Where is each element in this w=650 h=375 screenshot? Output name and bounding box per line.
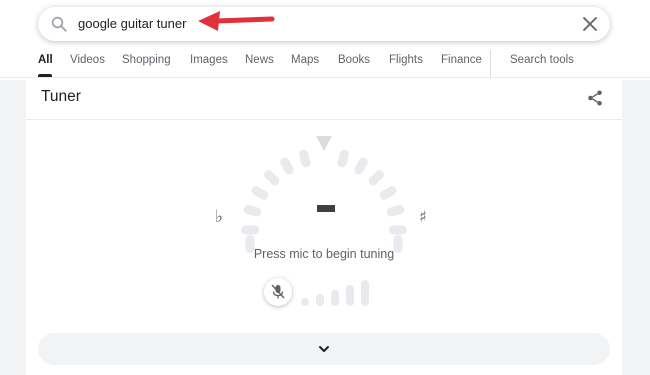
chevron-down-icon bbox=[319, 346, 329, 352]
tab-finance[interactable]: Finance bbox=[441, 54, 482, 66]
search-bar[interactable]: google guitar tuner bbox=[38, 7, 610, 41]
tab-books[interactable]: Books bbox=[338, 54, 370, 66]
header-divider bbox=[0, 77, 650, 78]
level-bar bbox=[361, 280, 369, 306]
audio-level-bars bbox=[301, 280, 369, 306]
dial-segment bbox=[243, 205, 262, 217]
search-results-page: google guitar tuner All Videos Shopping … bbox=[0, 0, 650, 375]
tab-videos[interactable]: Videos bbox=[70, 54, 105, 66]
search-header: google guitar tuner All Videos Shopping … bbox=[0, 0, 650, 80]
tab-images[interactable]: Images bbox=[190, 54, 228, 66]
search-icon[interactable] bbox=[50, 15, 68, 33]
card-title: Tuner bbox=[41, 88, 81, 105]
tab-all[interactable]: All bbox=[38, 54, 53, 66]
dial-segment bbox=[354, 157, 368, 175]
dial-segment bbox=[368, 170, 384, 186]
dial-segment bbox=[389, 225, 407, 235]
note-display bbox=[317, 205, 335, 212]
tabs-divider bbox=[490, 50, 491, 78]
tab-flights[interactable]: Flights bbox=[389, 54, 423, 66]
sharp-symbol: ♯ bbox=[419, 207, 427, 226]
share-icon[interactable] bbox=[586, 89, 604, 107]
tuner-card: Tuner ♭ ♯ Press mic to begin tuning bbox=[26, 80, 622, 375]
close-icon[interactable] bbox=[582, 16, 598, 32]
dial-segment bbox=[299, 149, 311, 168]
dial-segment bbox=[251, 186, 269, 200]
flat-symbol: ♭ bbox=[215, 207, 224, 227]
red-arrow-icon bbox=[198, 11, 275, 31]
search-input[interactable]: google guitar tuner bbox=[78, 16, 186, 31]
dial-segment bbox=[337, 149, 349, 168]
dial-segments bbox=[241, 149, 407, 253]
dial-segment bbox=[386, 205, 405, 217]
dial-segment bbox=[379, 186, 397, 200]
expand-button[interactable] bbox=[38, 333, 610, 365]
level-bar bbox=[331, 290, 339, 306]
mic-off-icon bbox=[271, 284, 285, 299]
dial-segment bbox=[280, 157, 294, 175]
dial-segment bbox=[241, 225, 259, 235]
level-bar bbox=[346, 285, 354, 306]
dial-segment bbox=[264, 170, 280, 186]
tuner-pointer-icon bbox=[316, 136, 332, 151]
mic-button[interactable] bbox=[264, 278, 292, 306]
tab-shopping[interactable]: Shopping bbox=[122, 54, 171, 66]
level-bar bbox=[316, 294, 324, 306]
level-bar bbox=[301, 298, 309, 306]
card-divider bbox=[26, 119, 622, 120]
tuner-status-text: Press mic to begin tuning bbox=[253, 247, 395, 261]
tab-news[interactable]: News bbox=[245, 54, 274, 66]
tab-maps[interactable]: Maps bbox=[291, 54, 319, 66]
search-tools-button[interactable]: Search tools bbox=[510, 54, 574, 66]
search-tabs: All Videos Shopping Images News Maps Boo… bbox=[0, 50, 650, 78]
